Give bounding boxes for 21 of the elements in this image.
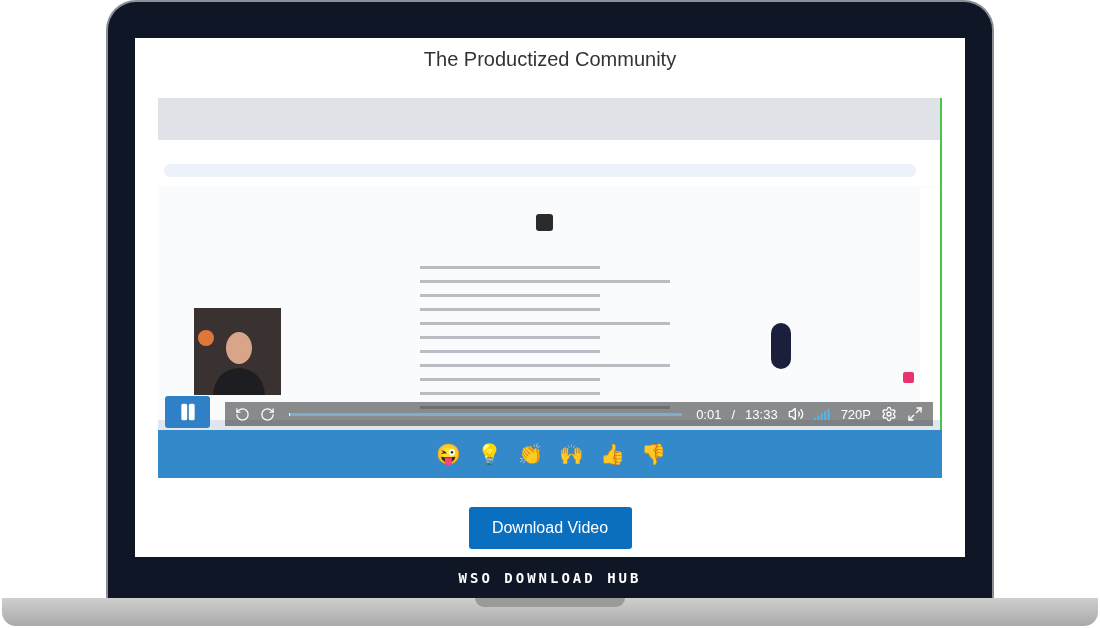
page-title: The Productized Community <box>423 48 677 72</box>
rewind-icon[interactable] <box>235 406 250 422</box>
volume-icon[interactable] <box>787 406 804 422</box>
signal-bars-icon <box>813 408 831 420</box>
laptop-label: WSO DOWNLOAD HUB <box>458 569 642 586</box>
fullscreen-icon[interactable] <box>907 406 923 422</box>
pause-button[interactable] <box>165 396 210 428</box>
current-time: 0:01 <box>696 406 722 422</box>
reaction-emoji[interactable]: 👍 <box>600 442 623 466</box>
duration: 13:33 <box>745 406 778 422</box>
settings-icon[interactable] <box>881 406 897 422</box>
time-separator: / <box>731 406 736 422</box>
progress-track[interactable] <box>289 412 683 416</box>
download-button[interactable]: Download Video <box>468 507 632 549</box>
reaction-emoji[interactable]: 🙌 <box>559 442 582 466</box>
quality-selector[interactable]: 720P <box>840 406 871 422</box>
reaction-emoji[interactable]: 👏 <box>518 442 541 466</box>
skip-forward-icon[interactable] <box>260 406 275 422</box>
reaction-emoji[interactable]: 👎 <box>641 442 664 466</box>
reaction-emoji[interactable]: 💡 <box>477 442 500 466</box>
reaction-emoji[interactable]: 😜 <box>436 442 459 466</box>
